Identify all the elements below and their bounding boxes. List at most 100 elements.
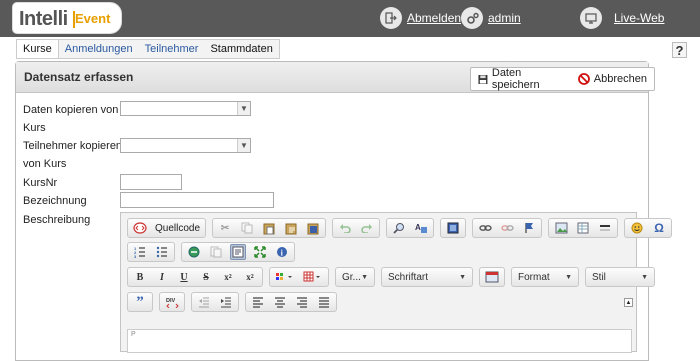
history-group	[332, 218, 381, 238]
editor-toolbar-row-4: ” DIV	[127, 292, 343, 312]
align-left-icon[interactable]	[250, 294, 266, 310]
source-icon	[132, 220, 148, 236]
superscript-icon[interactable]: x2	[242, 269, 258, 285]
user-link[interactable]: admin	[488, 11, 521, 25]
redo-icon[interactable]	[359, 220, 375, 236]
flash-icon[interactable]	[186, 244, 202, 260]
align-justify-icon[interactable]	[316, 294, 332, 310]
source-group: Quellcode	[127, 218, 207, 238]
copy-icon[interactable]	[239, 220, 255, 236]
save-button-label: Daten speichern	[491, 67, 540, 91]
preview-group	[479, 267, 505, 287]
intellievent-logo[interactable]: Intelli Event	[12, 2, 122, 34]
replace-icon[interactable]: A	[413, 220, 429, 236]
tab-stammdaten[interactable]: Stammdaten	[204, 40, 278, 58]
create-div-icon[interactable]: DIV	[164, 294, 180, 310]
special-char-icon[interactable]: Ω	[651, 220, 667, 236]
svg-text:A: A	[415, 223, 421, 232]
source-button[interactable]: Quellcode	[151, 223, 204, 234]
cancel-button[interactable]: Abbrechen	[571, 73, 654, 85]
bold-icon[interactable]: B	[132, 269, 148, 285]
top-bar: Intelli Event Abmelden admin Live-Web	[0, 0, 700, 37]
smiley-icon[interactable]	[629, 220, 645, 236]
undo-icon[interactable]	[337, 220, 353, 236]
select-all-icon[interactable]	[445, 220, 461, 236]
underline-icon[interactable]: U	[176, 269, 192, 285]
media-group: i	[181, 242, 295, 262]
paste-icon[interactable]	[261, 220, 277, 236]
align-center-icon[interactable]	[272, 294, 288, 310]
styles-combo[interactable]: Gr... ▼	[335, 267, 375, 287]
element-path-tag: P	[131, 331, 136, 338]
kursnr-label: KursNr	[23, 177, 58, 189]
preview-icon[interactable]	[484, 269, 500, 285]
numbered-list-icon[interactable]: 123	[132, 244, 148, 260]
bezeichnung-input[interactable]	[120, 192, 274, 208]
description-editor: Quellcode ✂ A Ω 1 2 3 i B I U S x 2 x 2 …	[120, 212, 673, 353]
font-combo[interactable]: Schriftart ▼	[381, 267, 473, 287]
info-icon[interactable]: i	[274, 244, 290, 260]
editor-content-area[interactable]: P	[127, 329, 632, 353]
table-icon[interactable]	[575, 220, 591, 236]
link-icon[interactable]	[477, 220, 493, 236]
anchor-icon[interactable]	[521, 220, 537, 236]
indent-icon[interactable]	[218, 294, 234, 310]
main-tabs: Kurse Anmeldungen Teilnehmer Stammdaten	[16, 39, 280, 59]
style-combo[interactable]: Stil ▼	[585, 267, 655, 287]
align-right-icon[interactable]	[294, 294, 310, 310]
blockquote-icon[interactable]: ”	[132, 294, 148, 310]
copy-participants-label: Teilnehmer kopieren	[23, 140, 123, 152]
strikethrough-icon[interactable]: S	[198, 269, 214, 285]
chevron-down-icon: ▼	[237, 139, 250, 152]
tab-kurse[interactable]: Kurse	[17, 40, 59, 58]
chevron-down-icon: ▼	[565, 273, 572, 281]
table-grid-icon[interactable]	[302, 269, 324, 285]
special-group: Ω	[624, 218, 673, 238]
editor-toolbar-row-3: B I U S x2 x2 Gr... ▼ Schriftart ▼ Format ▼…	[127, 267, 661, 287]
subscript-icon[interactable]: x2	[220, 269, 236, 285]
outdent-icon[interactable]	[196, 294, 212, 310]
paste-text-icon[interactable]	[283, 220, 299, 236]
tab-anmeldungen[interactable]: Anmeldungen	[59, 40, 139, 58]
kursnr-input[interactable]	[120, 174, 182, 190]
monitor-icon	[580, 7, 602, 29]
logout-link-group[interactable]: Abmelden	[380, 7, 461, 29]
text-color-icon[interactable]	[274, 269, 296, 285]
italic-icon[interactable]: I	[154, 269, 170, 285]
clipboard-group: ✂	[212, 218, 327, 238]
paste-word-icon[interactable]	[305, 220, 321, 236]
chevron-down-icon: ▼	[361, 273, 368, 281]
tab-teilnehmer[interactable]: Teilnehmer	[139, 40, 205, 58]
editor-toolbar-row-2: 123 i	[127, 242, 301, 262]
bulleted-list-icon[interactable]	[154, 244, 170, 260]
logout-icon	[380, 7, 402, 29]
live-web-link-group[interactable]: Live-Web	[580, 7, 664, 29]
image-icon[interactable]	[553, 220, 569, 236]
format-combo[interactable]: Format ▼	[511, 267, 579, 287]
styles-combo-label: Gr...	[342, 271, 361, 283]
user-link-group[interactable]: admin	[461, 7, 521, 29]
help-button[interactable]: ?	[672, 42, 687, 58]
chevron-down-icon: ▼	[237, 102, 250, 115]
select-all-group	[440, 218, 467, 238]
copy-data-select[interactable]: ▼	[120, 101, 251, 116]
collapse-toolbar-icon[interactable]: ▲	[624, 298, 633, 307]
unlink-icon[interactable]	[499, 220, 515, 236]
insert-group	[548, 218, 619, 238]
maximize-icon[interactable]	[252, 244, 268, 260]
logo-text: Intelli	[19, 8, 68, 30]
div-group: DIV	[159, 292, 185, 312]
copy-participants-label-cont: von Kurs	[23, 158, 67, 170]
cut-icon[interactable]: ✂	[217, 220, 233, 236]
copy-participants-select[interactable]: ▼	[120, 138, 251, 153]
show-blocks-icon[interactable]	[230, 244, 246, 260]
template-icon[interactable]	[208, 244, 224, 260]
save-button[interactable]: Daten speichern	[471, 67, 571, 91]
live-web-link[interactable]: Live-Web	[614, 11, 664, 25]
find-icon[interactable]	[391, 220, 407, 236]
color-group	[269, 267, 329, 287]
cancel-button-label: Abbrechen	[593, 73, 647, 85]
horizontal-line-icon[interactable]	[597, 220, 613, 236]
logout-link[interactable]: Abmelden	[407, 11, 461, 25]
basic-styles-group: B I U S x2 x2	[127, 267, 263, 287]
